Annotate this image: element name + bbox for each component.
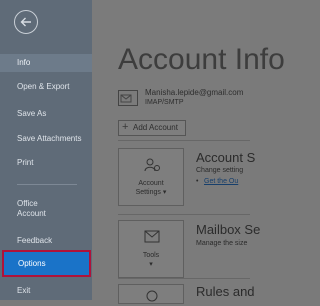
page-title: Account Info bbox=[118, 43, 285, 76]
section-description: Change setting bbox=[196, 167, 244, 174]
nav-item-info[interactable]: Info bbox=[0, 54, 92, 72]
backstage-sidebar: Info Open & Export Save As Save Attachme… bbox=[0, 0, 92, 300]
divider bbox=[118, 214, 250, 215]
nav-item-save-as[interactable]: Save As bbox=[0, 109, 92, 119]
nav-item-options[interactable]: Options bbox=[2, 250, 91, 277]
bullet-icon: • bbox=[196, 178, 199, 185]
nav-item-label: Exit bbox=[17, 286, 31, 295]
nav-item-save-attachments[interactable]: Save Attachments bbox=[0, 134, 92, 144]
divider bbox=[118, 278, 250, 279]
nav-item-label: Print bbox=[17, 158, 34, 167]
nav-item-label: Save As bbox=[17, 109, 47, 118]
section-title: Mailbox Se bbox=[196, 222, 261, 237]
main-panel: Account Info Manisha.lepide@gmail.com IM… bbox=[92, 0, 285, 304]
tile-label-line2: Settings ▾ bbox=[135, 189, 167, 196]
divider bbox=[118, 140, 250, 141]
nav-item-open-export[interactable]: Open & Export bbox=[0, 82, 92, 92]
nav-item-feedback[interactable]: Feedback bbox=[0, 236, 92, 246]
nav-item-label-line1: Office bbox=[17, 199, 38, 208]
section-title: Account S bbox=[196, 150, 256, 165]
divider bbox=[17, 184, 77, 185]
back-arrow-icon[interactable] bbox=[14, 10, 38, 34]
tile-label-line1: Account bbox=[138, 180, 164, 187]
tools-icon bbox=[143, 229, 161, 245]
nav-item-label-line2: Account bbox=[17, 209, 46, 218]
account-settings-icon bbox=[143, 157, 161, 173]
tools-button[interactable]: Tools ▾ bbox=[118, 220, 184, 278]
nav-item-label: Feedback bbox=[17, 236, 53, 245]
account-type: IMAP/SMTP bbox=[145, 99, 184, 106]
section-description: Manage the size bbox=[196, 240, 248, 247]
plus-icon: + bbox=[122, 121, 129, 133]
nav-item-label: Save Attachments bbox=[17, 134, 82, 143]
nav-item-exit[interactable]: Exit bbox=[0, 286, 92, 296]
mailbox-icon bbox=[118, 90, 138, 106]
nav-item-label: Options bbox=[18, 259, 46, 268]
account-email: Manisha.lepide@gmail.com bbox=[145, 88, 244, 97]
section-title: Rules and bbox=[196, 284, 255, 299]
account-settings-button[interactable]: Account Settings ▾ bbox=[118, 148, 184, 206]
nav-item-office-account[interactable]: Office Account bbox=[0, 199, 92, 219]
add-account-button[interactable]: + Add Account bbox=[118, 120, 186, 136]
nav-item-print[interactable]: Print bbox=[0, 158, 92, 168]
nav-item-label: Info bbox=[17, 58, 31, 67]
tile-label-line1: Tools bbox=[142, 252, 160, 259]
get-outlook-link[interactable]: Get the Ou bbox=[204, 178, 238, 185]
nav-item-label: Open & Export bbox=[17, 82, 70, 91]
tile-label-line2: ▾ bbox=[149, 261, 153, 268]
add-account-label: Add Account bbox=[133, 123, 178, 132]
rules-button[interactable] bbox=[118, 284, 184, 304]
rules-icon bbox=[143, 288, 161, 304]
